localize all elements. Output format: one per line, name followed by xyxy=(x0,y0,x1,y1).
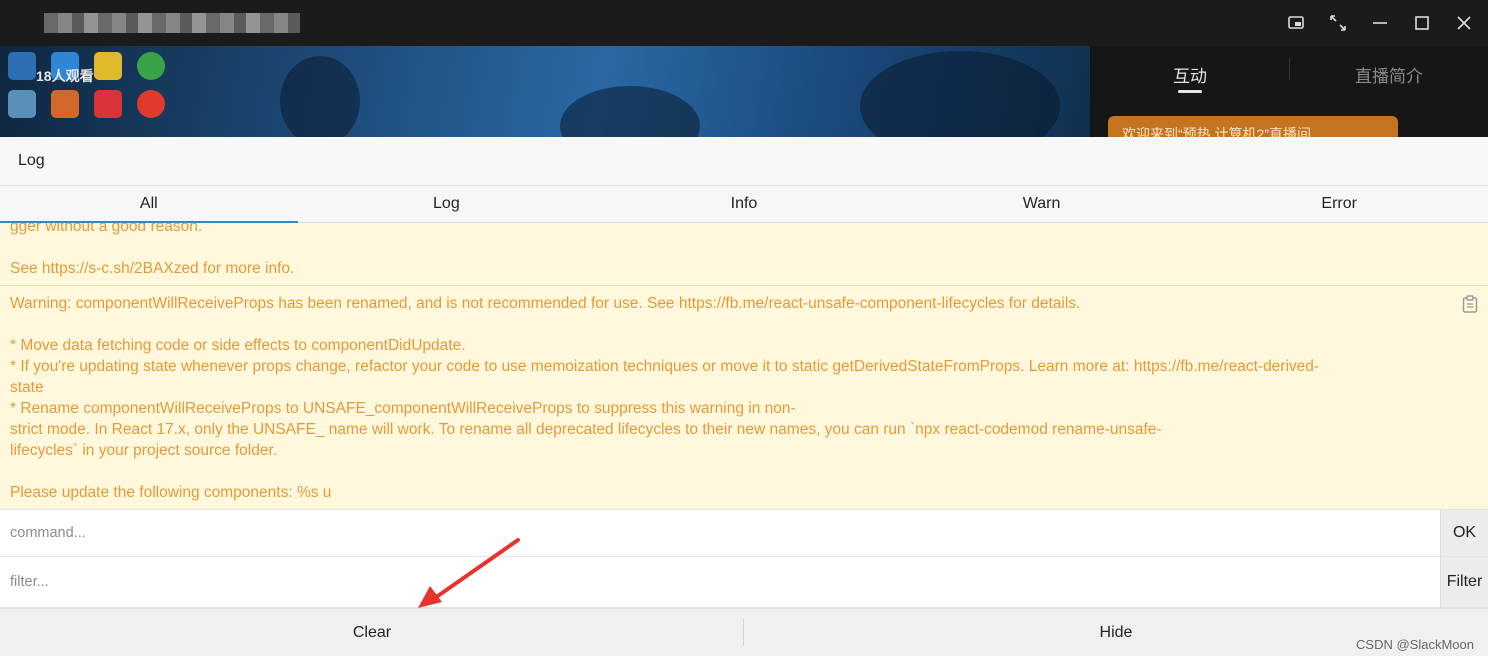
watermark: CSDN @SlackMoon xyxy=(1356,637,1474,652)
command-row: OK xyxy=(0,509,1488,557)
live-video-area[interactable]: 18人观看 xyxy=(0,46,1090,137)
fullscreen-icon[interactable] xyxy=(1328,13,1348,33)
log-line xyxy=(10,461,1478,482)
vconsole-panel: Log All Log Info Warn Error gger without… xyxy=(0,137,1488,660)
app-icon xyxy=(8,52,36,80)
pip-icon[interactable] xyxy=(1286,13,1306,33)
filter-row: Filter xyxy=(0,557,1488,608)
filter-input[interactable] xyxy=(0,557,1440,607)
command-input[interactable] xyxy=(0,510,1440,556)
app-icon xyxy=(94,52,122,80)
close-icon[interactable] xyxy=(1454,13,1474,33)
side-tab-divider xyxy=(1289,58,1290,80)
ok-button[interactable]: OK xyxy=(1440,510,1488,556)
log-list[interactable]: gger without a good reason. See https://… xyxy=(0,223,1488,509)
vconsole-header: Log xyxy=(0,137,1488,186)
tab-error[interactable]: Error xyxy=(1190,186,1488,222)
log-line: state xyxy=(10,379,44,396)
video-decoration xyxy=(560,86,700,137)
log-line: * If you're updating state whenever prop… xyxy=(10,358,1320,375)
log-line: * Move data fetching code or side effect… xyxy=(10,337,466,354)
viewer-count: 18人观看 xyxy=(36,68,94,84)
maximize-icon[interactable] xyxy=(1412,13,1432,33)
tab-info[interactable]: Info xyxy=(595,186,893,222)
side-tab-interaction[interactable]: 互动 xyxy=(1173,62,1207,87)
live-side-panel: 互动 直播简介 欢迎来到“预热 计算机2”直播间 xyxy=(1090,46,1488,146)
log-line: Please update the following components: … xyxy=(10,484,332,501)
app-icon xyxy=(137,90,165,118)
log-entry: Warning: componentWillReceiveProps has b… xyxy=(0,286,1488,509)
log-line: See https://s-c.sh/2BAXzed for more info… xyxy=(10,260,295,277)
log-line: Warning: componentWillReceiveProps has b… xyxy=(10,295,1081,312)
app-titlebar xyxy=(0,0,1488,46)
log-line xyxy=(10,237,1478,258)
clear-button[interactable]: Clear xyxy=(0,609,744,656)
minimize-icon[interactable] xyxy=(1370,13,1390,33)
log-line: strict mode. In React 17.x, only the UNS… xyxy=(10,421,1162,438)
log-entry: gger without a good reason. See https://… xyxy=(0,223,1488,286)
side-tab-indicator xyxy=(1178,90,1202,93)
panel-title[interactable]: Log xyxy=(18,152,45,170)
log-line xyxy=(10,314,1478,335)
tab-all[interactable]: All xyxy=(0,186,298,223)
window-controls xyxy=(1286,0,1474,46)
log-tabs: All Log Info Warn Error xyxy=(0,186,1488,223)
log-line: lifecycles` in your project source folde… xyxy=(10,442,278,459)
blurred-window-title xyxy=(44,13,300,33)
side-tab-intro[interactable]: 直播简介 xyxy=(1355,62,1423,87)
video-decoration xyxy=(860,51,1060,137)
video-decoration xyxy=(280,56,360,137)
app-icon xyxy=(94,90,122,118)
app-icon xyxy=(51,90,79,118)
filter-button[interactable]: Filter xyxy=(1440,557,1488,607)
app-icon xyxy=(8,90,36,118)
log-line: * Rename componentWillReceiveProps to UN… xyxy=(10,400,796,417)
app-icon xyxy=(137,52,165,80)
log-line: gger without a good reason. xyxy=(10,223,203,235)
panel-footer: Clear Hide xyxy=(0,608,1488,656)
desktop-icons xyxy=(8,52,180,118)
tab-warn[interactable]: Warn xyxy=(893,186,1191,222)
clipboard-icon[interactable] xyxy=(1462,295,1478,313)
tab-log[interactable]: Log xyxy=(298,186,596,222)
